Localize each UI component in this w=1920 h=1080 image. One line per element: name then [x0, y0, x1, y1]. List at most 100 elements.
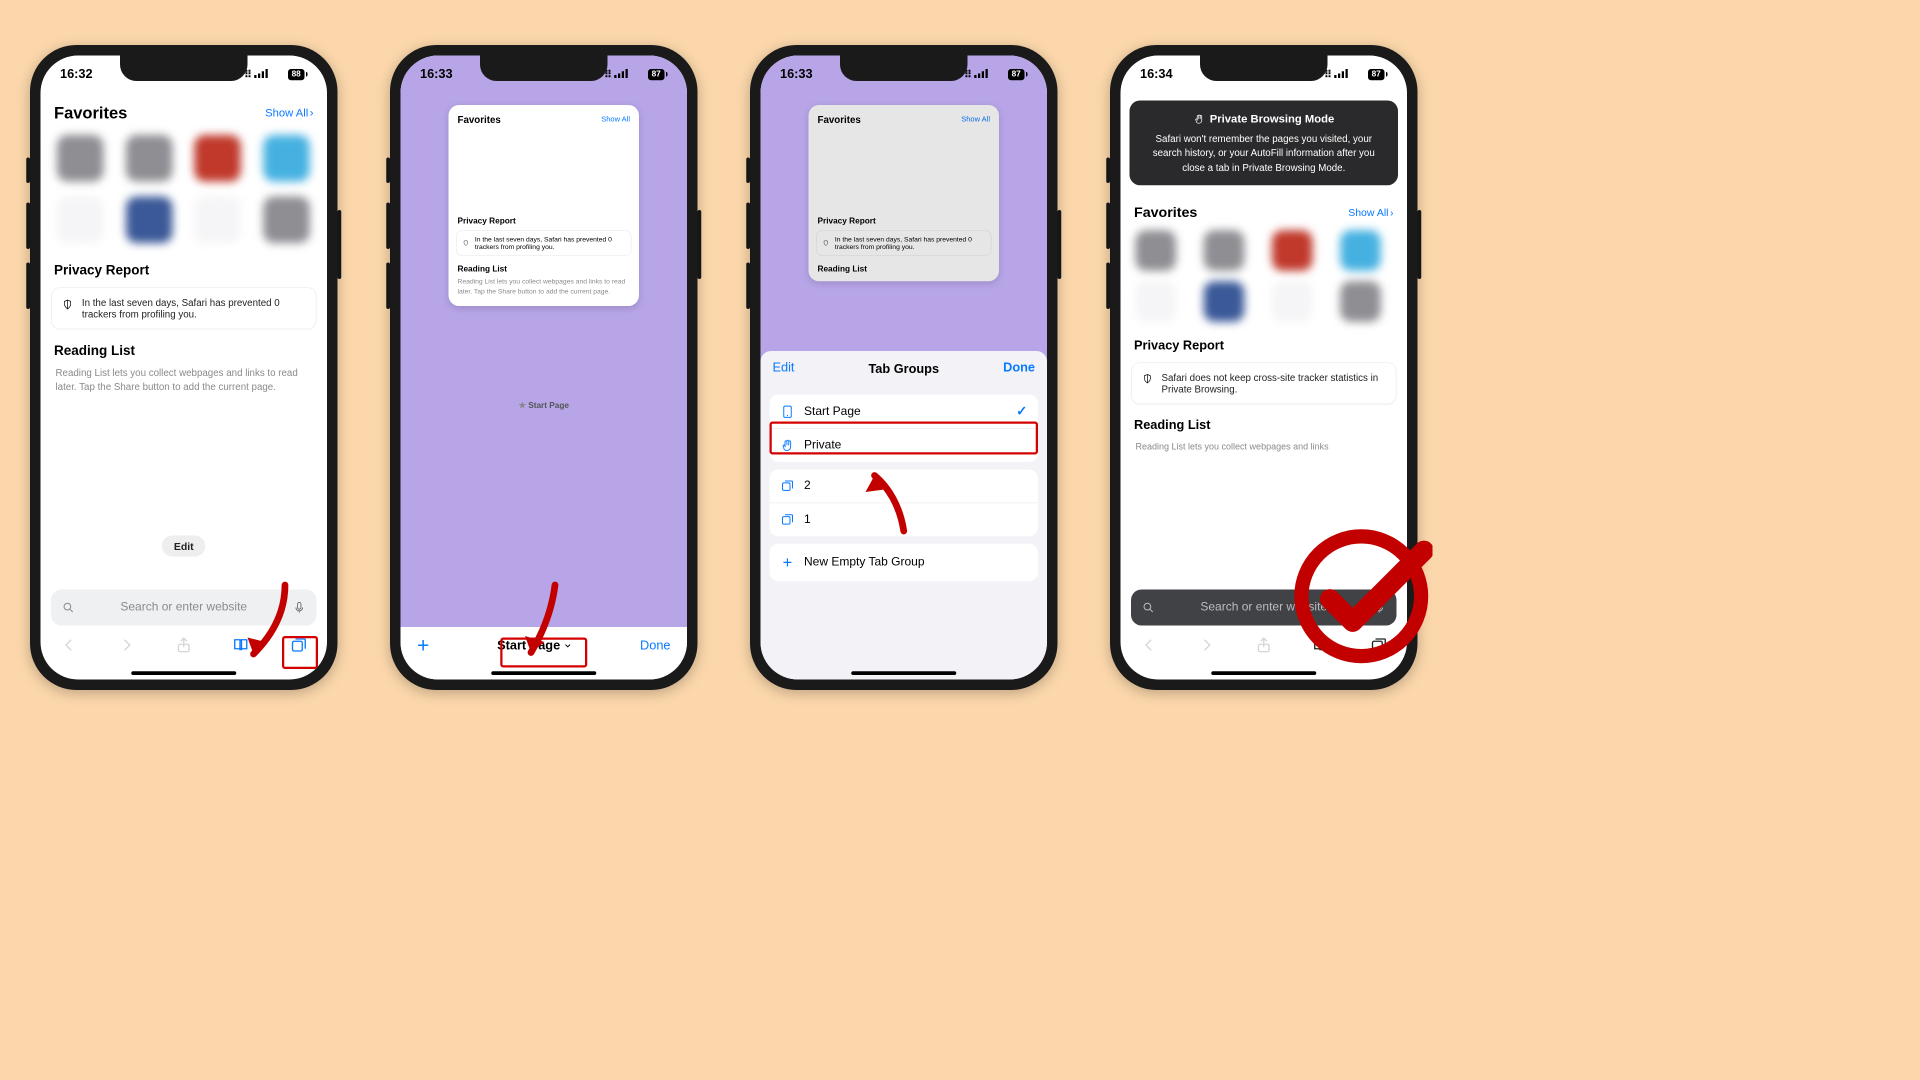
battery-icon: 87: [1368, 69, 1388, 80]
start-page-icon: [780, 404, 795, 419]
private-banner-text: Safari won't remember the pages you visi…: [1153, 132, 1375, 173]
tabs-icon: [780, 479, 795, 494]
favorite-tile[interactable]: [1272, 230, 1313, 271]
hand-icon: [780, 438, 795, 453]
home-indicator[interactable]: [491, 671, 596, 675]
search-icon: [1142, 601, 1156, 615]
back-button: [60, 636, 78, 658]
chevron-right-icon: ›: [310, 107, 314, 120]
favorite-tile[interactable]: [126, 135, 173, 182]
signal-icon: [974, 68, 988, 80]
phone-step-3: 16:33 87 FavoritesShow All Privacy Repor…: [750, 45, 1058, 690]
favorite-tile[interactable]: [1136, 281, 1177, 322]
tab-group-picker[interactable]: Start Page: [497, 638, 572, 653]
reading-text: Reading List lets you collect webpages a…: [41, 363, 328, 403]
tab-group-private[interactable]: Private: [770, 428, 1039, 462]
favorite-tile[interactable]: [1340, 230, 1381, 271]
privacy-card[interactable]: In the last seven days, Safari has preve…: [51, 287, 317, 329]
favorite-tile[interactable]: [57, 135, 104, 182]
notch: [840, 56, 968, 82]
favorite-tile[interactable]: [126, 197, 173, 244]
shield-icon: [1142, 372, 1152, 386]
wifi-icon: [271, 68, 284, 80]
show-all-link[interactable]: Show All›: [1348, 206, 1393, 218]
signal-icon: [1334, 68, 1348, 80]
tabs-icon: [780, 512, 795, 527]
wifi-icon: [991, 68, 1004, 80]
favorite-tile[interactable]: [194, 197, 241, 244]
home-indicator[interactable]: [1211, 671, 1316, 675]
share-button: [1255, 636, 1273, 658]
phone-step-1: 16:32 88 Favorites Show All› Privacy Rep…: [30, 45, 338, 690]
new-tab-group-button[interactable]: +New Empty Tab Group: [770, 544, 1039, 582]
tabs-button[interactable]: [289, 636, 307, 658]
reading-text: Reading List lets you collect webpages a…: [1121, 437, 1408, 462]
favorite-tile[interactable]: [1272, 281, 1313, 322]
chevron-down-icon: [563, 641, 572, 650]
privacy-text: In the last seven days, Safari has preve…: [82, 297, 305, 320]
clock: 16:33: [420, 67, 453, 82]
bottom-toolbar: [41, 629, 328, 665]
check-icon: ✓: [1016, 404, 1027, 420]
reading-heading: Reading List: [449, 259, 640, 276]
favorite-tile[interactable]: [1204, 281, 1245, 322]
clock: 16:32: [60, 67, 93, 82]
tab-group-item[interactable]: 2: [770, 470, 1039, 503]
search-icon: [62, 601, 76, 615]
clock: 16:34: [1140, 67, 1173, 82]
private-banner: Private Browsing Mode Safari won't remem…: [1130, 101, 1399, 186]
tab-group-start-page[interactable]: Start Page✓: [770, 395, 1039, 429]
forward-button: [1197, 636, 1215, 658]
mic-icon[interactable]: [293, 601, 307, 615]
privacy-heading: Privacy Report: [1121, 329, 1408, 358]
home-indicator[interactable]: [851, 671, 956, 675]
favorite-tile[interactable]: [1204, 230, 1245, 271]
favorite-tile[interactable]: [194, 135, 241, 182]
edit-button[interactable]: Edit: [162, 536, 206, 557]
tab-groups-sheet: Edit Tab Groups Done Start Page✓ Private…: [761, 351, 1048, 680]
tab-caption: Start Page: [401, 401, 688, 411]
new-tab-button[interactable]: +: [417, 638, 429, 653]
done-button[interactable]: Done: [640, 638, 670, 653]
address-bar[interactable]: Search or enter website: [51, 590, 317, 626]
sheet-title: Tab Groups: [868, 362, 939, 377]
tab-group-item[interactable]: 1: [770, 503, 1039, 537]
wifi-icon: [1351, 68, 1364, 80]
signal-icon: [254, 68, 268, 80]
private-banner-title: Private Browsing Mode: [1210, 111, 1334, 128]
notch: [1200, 56, 1328, 82]
done-button[interactable]: Done: [1003, 360, 1035, 375]
favorite-tile[interactable]: [1340, 281, 1381, 322]
privacy-card[interactable]: Safari does not keep cross-site tracker …: [1131, 362, 1397, 404]
phone-step-2: 16:33 87 Favorites Show All Privacy Repor…: [390, 45, 698, 690]
favorites-grid: [41, 128, 328, 254]
favorite-tile[interactable]: [263, 197, 310, 244]
signal-icon: [614, 68, 628, 80]
plus-icon: +: [780, 553, 795, 573]
tab-overview-toolbar: + Start Page Done: [401, 626, 688, 667]
favorite-tile[interactable]: [263, 135, 310, 182]
show-all-link: Show All: [601, 116, 630, 124]
forward-button: [117, 636, 135, 658]
bookmarks-button[interactable]: [232, 636, 250, 658]
edit-button[interactable]: Edit: [773, 360, 795, 375]
hand-icon: [1193, 113, 1205, 125]
tab-thumbnail[interactable]: FavoritesShow All Privacy Report In the …: [449, 105, 640, 306]
favorite-tile[interactable]: [1136, 230, 1177, 271]
favorites-heading: Favorites: [458, 114, 501, 125]
privacy-heading: Privacy Report: [41, 254, 328, 283]
wifi-icon: [631, 68, 644, 80]
privacy-heading: Privacy Report: [449, 211, 640, 228]
favorite-tile[interactable]: [57, 197, 104, 244]
battery-icon: 88: [288, 69, 308, 80]
battery-icon: 87: [648, 69, 668, 80]
shield-icon: [463, 239, 469, 248]
back-button: [1140, 636, 1158, 658]
notch: [480, 56, 608, 82]
battery-icon: 87: [1008, 69, 1028, 80]
home-indicator[interactable]: [131, 671, 236, 675]
success-check-icon: [1290, 525, 1433, 668]
clock: 16:33: [780, 67, 813, 82]
show-all-link[interactable]: Show All›: [265, 107, 313, 120]
tab-thumbnail: FavoritesShow All Privacy Report In the …: [809, 105, 1000, 281]
